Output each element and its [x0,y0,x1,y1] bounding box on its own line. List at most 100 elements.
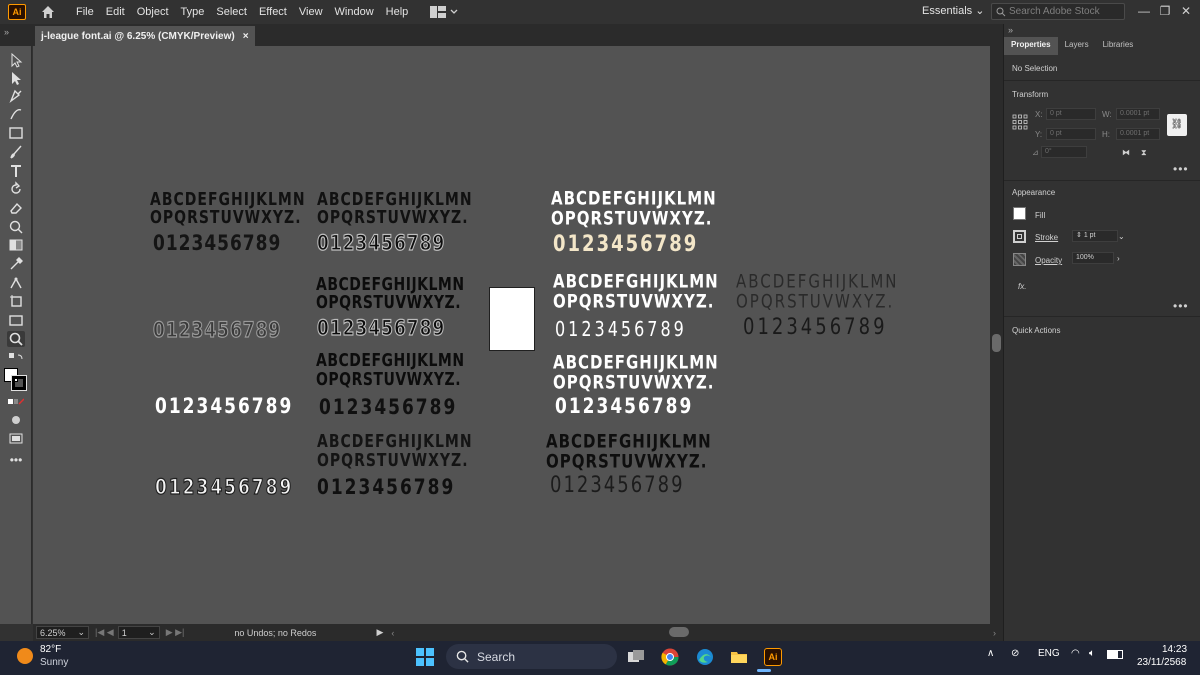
no-network-icon[interactable]: ⊘ [1011,648,1019,659]
flip-vertical-icon[interactable]: ⧗ [1141,148,1147,158]
file-explorer-icon[interactable] [729,647,749,667]
wifi-icon[interactable]: ◠ [1071,648,1080,659]
zoom-level-field[interactable]: 6.25% ⌄ [36,626,89,639]
curvature-tool-icon[interactable] [7,106,25,122]
clock-date[interactable]: 23/11/2568 [1137,657,1186,668]
vertical-scroll-thumb[interactable] [992,334,1001,352]
battery-icon[interactable] [1107,648,1123,659]
collapse-toolbar-icon[interactable]: » [4,27,9,37]
puppet-warp-tool-icon[interactable] [7,275,25,291]
artboard[interactable] [489,287,535,351]
menu-file[interactable]: File [70,6,100,18]
draw-mode-icon[interactable] [7,412,25,428]
more-options-icon[interactable]: ••• [1173,162,1189,176]
menu-view[interactable]: View [293,6,329,18]
illustrator-taskbar-icon[interactable]: Ai [763,647,783,667]
rectangle-tool-icon[interactable] [7,125,25,141]
clock-time[interactable]: 14:23 [1162,644,1187,655]
type-tool-icon[interactable] [7,163,25,179]
collapse-panel-icon[interactable]: » [1008,25,1013,35]
chevron-down-icon[interactable]: ⌄ [1118,232,1125,241]
tab-close-icon[interactable]: × [243,31,249,42]
edit-toolbar-icon[interactable]: ••• [7,452,25,468]
stroke-swatch[interactable] [11,375,27,391]
status-menu-arrow-icon[interactable]: ▶ [376,627,383,638]
y-field[interactable]: 0 pt [1046,128,1096,140]
reference-point-icon[interactable] [1012,114,1028,130]
edge-icon[interactable] [695,647,715,667]
color-mode-icons[interactable] [7,394,25,410]
pen-tool-icon[interactable] [7,88,25,104]
opacity-label[interactable]: Opacity [1035,256,1062,265]
menu-window[interactable]: Window [329,6,380,18]
rotate-field[interactable]: 0° [1041,146,1087,158]
search-stock-input[interactable]: Search Adobe Stock [991,3,1125,20]
selection-tool-icon[interactable] [7,52,25,68]
windows-start-icon[interactable] [415,647,435,667]
specimen-10-digits: 0123456789 [555,317,687,341]
weather-condition[interactable]: Sunny [40,657,68,668]
workspace-switcher[interactable]: Essentials ⌄ [922,4,984,17]
x-field[interactable]: 0 pt [1046,108,1096,120]
eraser-tool-icon[interactable] [7,200,25,216]
tray-overflow-icon[interactable]: ∧ [987,648,994,659]
tab-properties[interactable]: Properties [1004,37,1058,55]
menu-select[interactable]: Select [210,6,253,18]
home-icon[interactable] [40,4,56,20]
w-field[interactable]: 0.0001 pt [1116,108,1160,120]
specimen-5-upper2: OPQRSTUVWXYZ. [317,208,469,228]
fill-color-swatch[interactable] [1013,207,1026,220]
stroke-stepper-icon[interactable]: ⇕ [1076,232,1084,239]
close-icon[interactable]: ✕ [1178,3,1194,19]
stroke-label[interactable]: Stroke [1035,233,1058,242]
rotate-tool-icon[interactable] [7,181,25,197]
task-view-icon[interactable] [626,647,646,667]
shape-builder-tool-icon[interactable] [7,219,25,235]
chrome-icon[interactable] [660,647,680,667]
tab-layers[interactable]: Layers [1058,37,1096,55]
specimen-2-digits: 0123456789 [152,317,282,343]
tab-libraries[interactable]: Libraries [1096,37,1141,55]
sun-icon[interactable] [17,648,33,664]
fill-label: Fill [1035,211,1046,220]
swap-fill-stroke-icon[interactable] [7,352,25,368]
artboard-number-field[interactable]: 1 ⌄ [117,626,160,639]
menu-effect[interactable]: Effect [253,6,293,18]
constrain-proportions-icon[interactable]: ⛓ [1167,114,1187,136]
gradient-tool-icon[interactable] [7,237,25,253]
more-options-icon[interactable]: ••• [1173,299,1189,313]
minimize-icon[interactable]: — [1136,3,1152,19]
scroll-left-icon[interactable]: ‹ [391,628,394,638]
chevron-right-icon[interactable]: › [1117,254,1120,263]
volume-icon[interactable]: 🔈︎ [1089,648,1095,659]
language-indicator[interactable]: ENG [1038,648,1060,659]
eyedropper-tool-icon[interactable] [7,256,25,272]
zoom-tool-icon[interactable] [7,331,25,347]
menu-help[interactable]: Help [380,6,415,18]
fx-effects-button[interactable]: fx. [1018,282,1026,291]
menu-edit[interactable]: Edit [100,6,131,18]
scroll-right-icon[interactable]: › [993,628,996,638]
h-field[interactable]: 0.0001 pt [1116,128,1160,140]
paintbrush-tool-icon[interactable] [7,144,25,160]
menu-type[interactable]: Type [175,6,211,18]
screen-mode-icon[interactable] [7,430,25,446]
restore-icon[interactable]: ❐ [1157,3,1173,19]
weather-temperature[interactable]: 82°F [40,644,61,655]
first-artboard-icon[interactable]: |◀ ◀ [95,627,114,638]
rotate-angle-icon: ⊿ [1032,148,1039,157]
opacity-field[interactable]: 100% [1072,252,1114,264]
flip-horizontal-icon[interactable]: ⧓ [1122,148,1130,157]
slice-tool-icon[interactable] [7,312,25,328]
arrange-documents-button[interactable] [430,6,458,18]
direct-selection-tool-icon[interactable] [7,70,25,86]
next-artboard-icon[interactable]: ▶ ▶| [166,627,185,638]
canvas[interactable]: ABCDEFGHIJKLMN OPQRSTUVWXYZ. 0123456789 … [33,46,990,624]
menu-object[interactable]: Object [131,6,175,18]
stroke-weight-field[interactable]: ⇕ 1 pt [1072,230,1118,242]
horizontal-scroll-thumb[interactable] [669,627,689,637]
document-tab[interactable]: j-league font.ai @ 6.25% (CMYK/Preview) … [35,26,255,46]
stroke-color-swatch[interactable] [1013,230,1026,243]
artboard-tool-icon[interactable] [7,293,25,309]
taskbar-search[interactable]: Search [446,644,617,669]
